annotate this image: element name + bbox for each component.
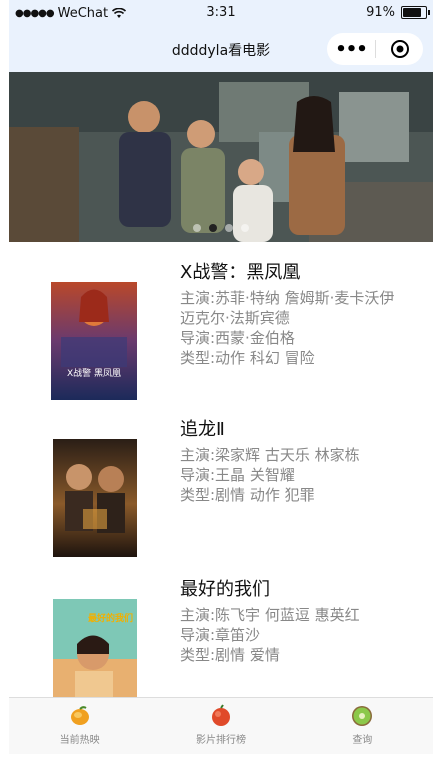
status-bar: ●●●●● WeChat 3:31 91% <box>9 0 433 28</box>
movie-director: 导演:王晶 关智耀 <box>180 466 295 484</box>
status-right: 91% <box>366 5 430 20</box>
banner-image <box>9 72 433 242</box>
movie-genre: 类型:剧情 动作 犯罪 <box>180 486 315 504</box>
mango-icon <box>70 706 89 725</box>
tab-label: 查询 <box>352 735 373 746</box>
movie-cast: 主演:陈飞宇 何蓝逗 惠英红 <box>180 606 360 624</box>
tab-now-showing[interactable]: 当前热映 <box>9 698 150 754</box>
carousel-indicator <box>9 224 433 232</box>
banner-carousel[interactable] <box>9 72 433 242</box>
apple-icon <box>211 704 230 726</box>
movie-info: X战警：黑凤凰 主演:苏菲·特纳 詹姆斯·麦卡沃伊 迈克尔·法斯宾德 导演:西蒙… <box>180 260 430 368</box>
tab-bar: 当前热映 影片排行榜 查询 <box>9 697 433 754</box>
movie-cast: 主演:梁家辉 古天乐 林家栋 <box>180 446 360 464</box>
movie-cast-cont: 迈克尔·法斯宾德 <box>180 309 290 327</box>
app-frame: ●●●●● WeChat 3:31 91% ddddyla看电影 ••• X战警… <box>9 0 433 760</box>
carousel-dot[interactable] <box>241 224 249 232</box>
tab-label: 影片排行榜 <box>195 735 246 746</box>
movie-poster: X战警 黑凤凰 <box>51 282 137 400</box>
tab-search[interactable]: 查询 <box>292 698 433 754</box>
more-icon[interactable]: ••• <box>327 39 375 60</box>
movie-director: 导演:章笛沙 <box>180 626 261 644</box>
movie-director: 导演:西蒙·金伯格 <box>180 329 295 347</box>
movie-cast: 主演:苏菲·特纳 詹姆斯·麦卡沃伊 <box>180 289 395 307</box>
battery-icon <box>401 6 430 19</box>
menu-capsule: ••• <box>327 33 423 65</box>
movie-info: 追龙Ⅱ 主演:梁家辉 古天乐 林家栋 导演:王晶 关智耀 类型:剧情 动作 犯罪 <box>180 417 430 505</box>
movie-title: 最好的我们 <box>180 579 270 600</box>
carousel-dot[interactable] <box>225 224 233 232</box>
carousel-dot[interactable] <box>193 224 201 232</box>
movie-genre: 类型:动作 科幻 冒险 <box>180 349 315 367</box>
tab-label: 当前热映 <box>59 735 100 746</box>
movie-info: 最好的我们 主演:陈飞宇 何蓝逗 惠英红 导演:章笛沙 类型:剧情 爱情 <box>180 577 430 665</box>
carousel-dot-active[interactable] <box>209 224 217 232</box>
navigation-bar: ddddyla看电影 ••• <box>9 28 433 72</box>
target-icon[interactable] <box>376 39 423 59</box>
movie-title: X战警：黑凤凰 <box>180 262 301 283</box>
movie-title: 追龙Ⅱ <box>180 419 225 440</box>
kiwi-icon <box>352 706 373 726</box>
battery-percent: 91% <box>366 5 395 20</box>
movie-genre: 类型:剧情 爱情 <box>180 646 280 664</box>
poster-title: 最好的我们 <box>87 614 133 624</box>
poster-title: X战警 黑凤凰 <box>66 369 122 379</box>
tab-ranking[interactable]: 影片排行榜 <box>150 698 291 754</box>
movie-poster <box>53 439 137 557</box>
